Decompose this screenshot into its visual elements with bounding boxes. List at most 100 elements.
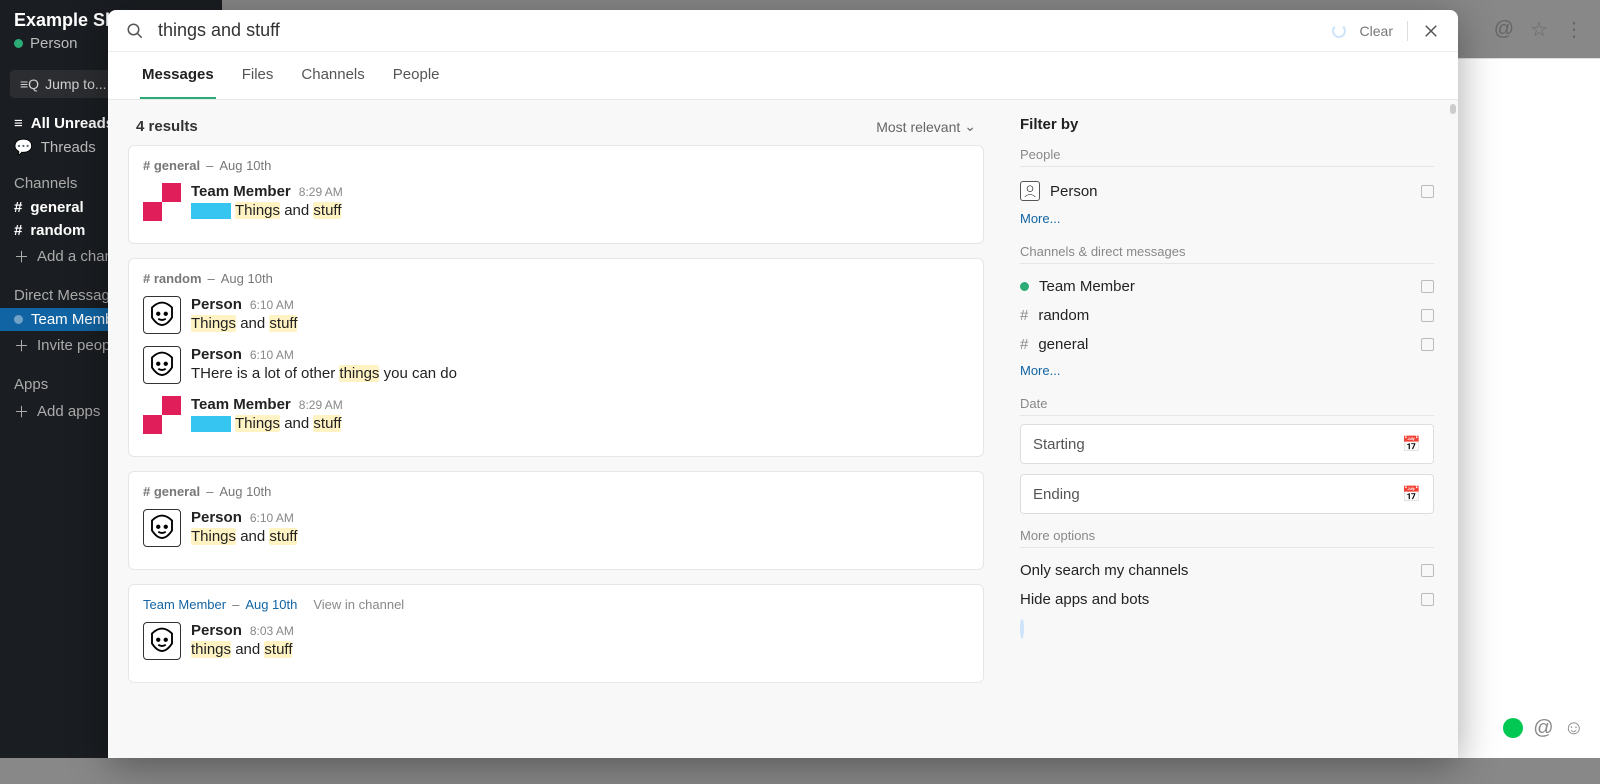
search-result-card[interactable]: # random–Aug 10thPerson6:10 AMThings and… <box>128 258 984 457</box>
avatar <box>143 296 181 334</box>
message[interactable]: Person 8:03 AM things and stuff <box>143 618 969 668</box>
filter-person-name: Person <box>1050 183 1098 200</box>
emoji-icon[interactable]: ☺ <box>1564 717 1584 740</box>
search-result-card[interactable]: # general–Aug 10thTeam Member8:29 AMThin… <box>128 145 984 244</box>
message[interactable]: Team Member8:29 AMThings and stuff <box>143 392 969 442</box>
channel-label: random <box>30 222 85 239</box>
calendar-icon: 📅 <box>1402 435 1421 453</box>
results-count: 4 results <box>136 118 198 135</box>
add-apps-label: Add apps <box>37 403 100 420</box>
close-button[interactable] <box>1422 22 1440 40</box>
avatar <box>143 396 181 434</box>
all-unreads-label: All Unreads <box>31 115 114 132</box>
filter-channels-more[interactable]: More... <box>1020 359 1434 382</box>
search-result-card[interactable]: Team Member–Aug 10thView in channelPerso… <box>128 584 984 683</box>
result-date: Aug 10th <box>219 484 271 499</box>
filter-only-my-channels[interactable]: Only search my channels <box>1020 556 1434 585</box>
plus-icon: ＋ <box>14 335 29 356</box>
loading-spinner-icon <box>1332 24 1346 38</box>
scrollbar[interactable] <box>1450 104 1456 114</box>
divider <box>1407 21 1408 41</box>
filter-opt-label: Hide apps and bots <box>1020 591 1149 608</box>
unreads-icon: ≡ <box>14 115 23 132</box>
result-channel[interactable]: # general <box>143 484 200 499</box>
checkbox[interactable] <box>1421 280 1434 293</box>
checkbox[interactable] <box>1421 185 1434 198</box>
hash-icon: # <box>14 199 22 216</box>
checkbox[interactable] <box>1421 564 1434 577</box>
filter-opt-label: Only search my channels <box>1020 562 1188 579</box>
threads-label: Threads <box>41 139 96 156</box>
message-body: things and stuff <box>191 641 294 658</box>
message-body: Things and stuff <box>191 202 343 219</box>
channel-label: general <box>30 199 83 216</box>
message-body: Things and stuff <box>191 415 343 432</box>
date-ending[interactable]: Ending 📅 <box>1020 474 1434 514</box>
message[interactable]: Team Member8:29 AMThings and stuff <box>143 179 969 229</box>
checkbox[interactable] <box>1421 338 1434 351</box>
message[interactable]: Person 6:10 AM THere is a lot of other thi… <box>143 342 969 392</box>
date-ending-label: Ending <box>1033 486 1080 503</box>
checkbox[interactable] <box>1421 593 1434 606</box>
grammarly-icon[interactable] <box>1503 718 1523 738</box>
filter-channels-label: Channels & direct messages <box>1020 244 1434 264</box>
message-body: THere is a lot of other things you can d… <box>191 365 457 382</box>
message-time: 6:10 AM <box>250 298 294 312</box>
message-author: Person <box>191 509 242 526</box>
result-date[interactable]: Aug 10th <box>245 597 297 612</box>
search-input[interactable] <box>158 20 1318 41</box>
filter-person[interactable]: Person <box>1020 175 1434 207</box>
message-time: 8:03 AM <box>250 624 294 638</box>
mention-icon[interactable]: @ <box>1494 18 1514 41</box>
tab-messages[interactable]: Messages <box>140 52 216 99</box>
mention-icon[interactable]: @ <box>1533 717 1553 740</box>
filter-hide-bots[interactable]: Hide apps and bots <box>1020 585 1434 614</box>
message-time: 6:10 AM <box>250 348 294 362</box>
filter-title: Filter by <box>1020 116 1434 133</box>
result-source[interactable]: Team Member <box>143 597 226 612</box>
view-in-channel[interactable]: View in channel <box>313 597 404 612</box>
message-author: Person <box>191 346 242 363</box>
filter-people-more[interactable]: More... <box>1020 207 1434 230</box>
sort-label: Most relevant <box>876 119 960 135</box>
avatar <box>143 622 181 660</box>
tab-files[interactable]: Files <box>240 52 276 99</box>
star-icon[interactable]: ☆ <box>1530 17 1548 42</box>
clear-button[interactable]: Clear <box>1360 23 1393 39</box>
tab-people[interactable]: People <box>391 52 442 99</box>
tab-channels[interactable]: Channels <box>299 52 366 99</box>
filter-channel[interactable]: Team Member <box>1020 272 1434 301</box>
filter-people-label: People <box>1020 147 1434 167</box>
date-starting-label: Starting <box>1033 436 1085 453</box>
filter-channel[interactable]: # general <box>1020 330 1434 359</box>
filter-channel[interactable]: #random <box>1020 301 1434 330</box>
date-starting[interactable]: Starting 📅 <box>1020 424 1434 464</box>
jump-icon: ≡Q <box>20 76 39 92</box>
presence-icon <box>14 39 23 48</box>
message-author: Person <box>191 622 242 639</box>
plus-icon: ＋ <box>14 246 29 267</box>
result-channel[interactable]: # general <box>143 158 200 173</box>
message[interactable]: Person6:10 AMThings and stuff <box>143 505 969 555</box>
presence-icon <box>14 315 23 324</box>
message-time: 8:29 AM <box>299 398 343 412</box>
avatar <box>143 509 181 547</box>
search-overlay: Clear Messages Files Channels People 4 resu… <box>108 10 1458 758</box>
presence-icon <box>1020 282 1029 291</box>
search-icon <box>126 22 144 40</box>
current-user: Person <box>30 35 78 52</box>
message[interactable]: Person6:10 AMThings and stuff <box>143 292 969 342</box>
result-date: Aug 10th <box>221 271 273 286</box>
hash-icon: # <box>1020 336 1028 353</box>
filter-more-options-label: More options <box>1020 528 1434 548</box>
result-channel[interactable]: # random <box>143 271 202 286</box>
filter-date-label: Date <box>1020 396 1434 416</box>
avatar <box>143 346 181 384</box>
checkbox[interactable] <box>1421 309 1434 322</box>
search-result-card[interactable]: # general–Aug 10thPerson6:10 AMThings an… <box>128 471 984 570</box>
hash-icon: # <box>14 222 22 239</box>
kebab-icon[interactable]: ⋮ <box>1564 17 1584 42</box>
sort-select[interactable]: Most relevant ⌄ <box>876 118 976 135</box>
filter-channel-name: general <box>1038 336 1088 353</box>
message-body: Things and stuff <box>191 315 297 332</box>
